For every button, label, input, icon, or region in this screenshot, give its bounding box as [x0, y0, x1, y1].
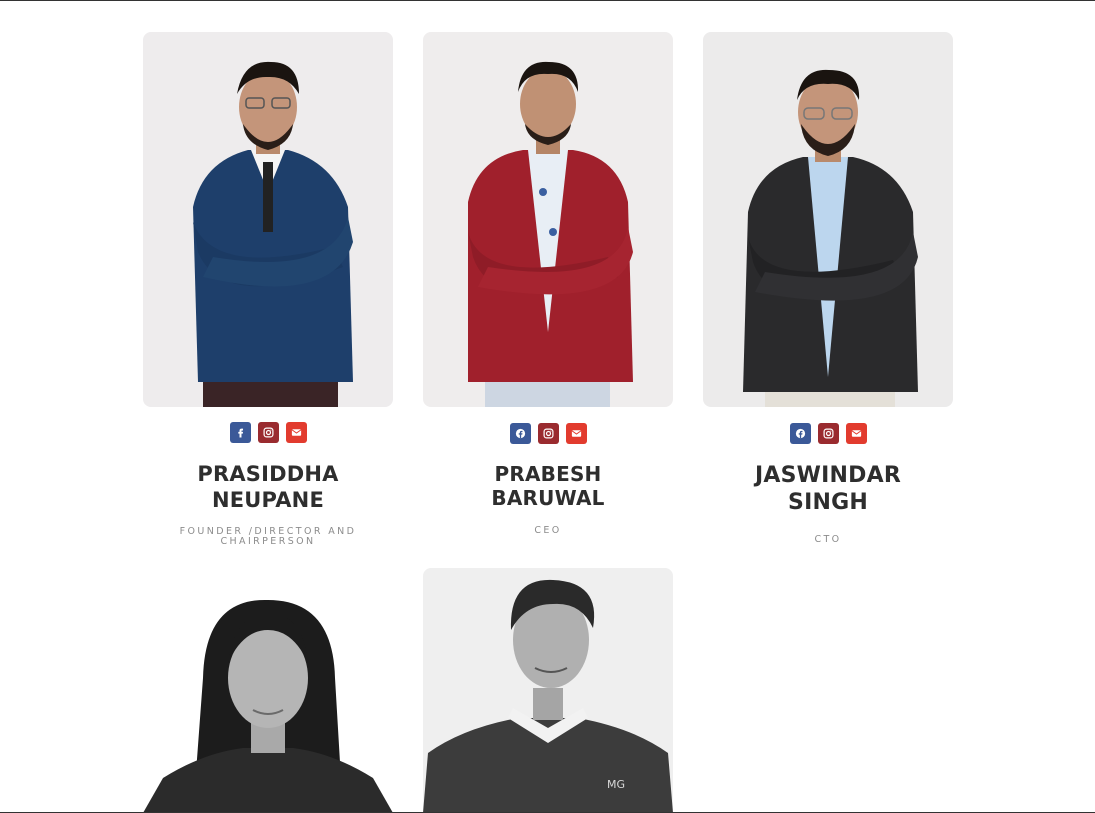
- portrait-black-blazer: [703, 32, 953, 407]
- member-role: FOUNDER /DIRECTOR AND CHAIRPERSON: [179, 526, 357, 547]
- team-card-prabesh: PRABESH BARUWAL CEO: [423, 32, 673, 536]
- email-icon[interactable]: [285, 422, 307, 443]
- social-links: [423, 423, 673, 444]
- portrait-woman-grayscale: [143, 568, 393, 813]
- svg-text:MG: MG: [607, 778, 625, 791]
- member-name: PRASIDDHA NEUPANE: [197, 462, 339, 512]
- instagram-icon[interactable]: [537, 423, 559, 444]
- member-name: PRABESH BARUWAL: [491, 462, 605, 510]
- team-photo: [143, 32, 393, 407]
- portrait-red-blazer: [423, 32, 673, 407]
- member-role: CTO: [814, 534, 842, 545]
- team-card-prasiddha: PRASIDDHA NEUPANE FOUNDER /DIRECTOR AND …: [143, 32, 393, 547]
- team-card-4: [143, 568, 393, 813]
- facebook-icon[interactable]: [789, 423, 811, 444]
- team-photo: [423, 32, 673, 407]
- member-name: JASWINDAR SINGH: [755, 463, 901, 515]
- team-photo: [143, 568, 393, 813]
- portrait-blue-blazer: [143, 32, 393, 407]
- instagram-icon[interactable]: [817, 423, 839, 444]
- member-role: CEO: [534, 525, 562, 536]
- facebook-icon[interactable]: [229, 422, 251, 443]
- top-border: [0, 0, 1095, 1]
- social-links: [703, 423, 953, 444]
- team-card-jaswindar: JASWINDAR SINGH CTO: [703, 32, 953, 545]
- email-icon[interactable]: [845, 423, 867, 444]
- team-photo: MG: [423, 568, 673, 813]
- facebook-icon[interactable]: [509, 423, 531, 444]
- team-photo: [703, 32, 953, 407]
- team-card-5: MG: [423, 568, 673, 813]
- email-icon[interactable]: [565, 423, 587, 444]
- instagram-icon[interactable]: [257, 422, 279, 443]
- social-links: [143, 422, 393, 443]
- portrait-man-grayscale-sweater: MG: [423, 568, 673, 813]
